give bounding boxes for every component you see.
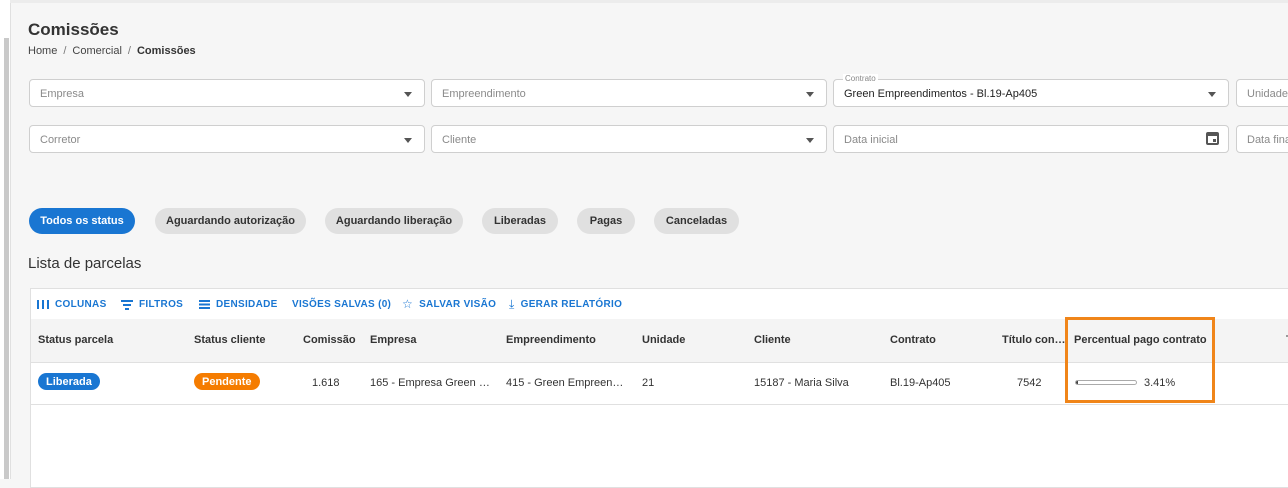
titulo-cell: 7542 (1017, 377, 1042, 389)
chip-aguardando-autorizacao[interactable]: Aguardando autorização (155, 208, 306, 234)
empresa-select[interactable]: Empresa (29, 79, 425, 107)
header-contrato[interactable]: Contrato (890, 334, 936, 346)
unidade-placeholder: Unidade (1247, 88, 1288, 100)
empresa-cell: 165 - Empresa Green … (370, 377, 490, 389)
density-label: DENSIDADE (216, 299, 278, 310)
header-empresa[interactable]: Empresa (370, 334, 416, 346)
cliente-cell: 15187 - Maria Silva (754, 377, 849, 389)
breadcrumb: Home / Comercial / Comissões (28, 45, 196, 57)
generate-report-button[interactable]: ⤓ GERAR RELATÓRIO (509, 297, 623, 312)
cliente-placeholder: Cliente (442, 134, 477, 146)
header-titulo[interactable]: Título con… (1002, 334, 1066, 346)
data-inicial-field[interactable]: Data inicial (833, 125, 1229, 153)
download-icon: ⤓ (509, 297, 515, 312)
corretor-select[interactable]: Corretor (29, 125, 425, 153)
top-divider (10, 0, 1288, 3)
columns-button[interactable]: COLUNAS (37, 299, 107, 310)
scrollbar[interactable] (4, 38, 9, 479)
filters-label: FILTROS (139, 299, 184, 310)
header-comissao[interactable]: Comissão (303, 334, 356, 346)
breadcrumb-home[interactable]: Home (28, 45, 57, 57)
columns-label: COLUNAS (55, 299, 107, 310)
data-inicial-placeholder: Data inicial (844, 134, 898, 146)
empreendimento-placeholder: Empreendimento (442, 88, 526, 100)
breadcrumb-separator: / (63, 45, 67, 57)
chevron-down-icon (404, 92, 412, 97)
grid-toolbar: COLUNAS FILTROS DENSIDADE VISÕES SALVAS … (31, 289, 1288, 319)
unidade-select[interactable]: Unidade (1236, 79, 1288, 107)
breadcrumb-comercial[interactable]: Comercial (72, 45, 122, 57)
saved-views-button[interactable]: VISÕES SALVAS (0) (292, 299, 391, 310)
chevron-down-icon (1208, 92, 1216, 97)
contrato-label: Contrato (843, 74, 878, 83)
status-cliente-badge: Pendente (194, 373, 260, 390)
save-view-label: SALVAR VISÃO (419, 299, 497, 310)
empresa-placeholder: Empresa (40, 88, 85, 100)
contrato-cell: Bl.19-Ap405 (890, 377, 951, 389)
save-view-button[interactable]: ☆ SALVAR VISÃO (402, 297, 497, 312)
filters-button[interactable]: FILTROS (121, 299, 183, 310)
star-icon: ☆ (402, 297, 414, 312)
empreendimento-select[interactable]: Empreendimento (431, 79, 827, 107)
header-status-parcela[interactable]: Status parcela (38, 334, 113, 346)
chip-todos-os-status[interactable]: Todos os status (29, 208, 135, 234)
breadcrumb-current: Comissões (136, 45, 196, 57)
cliente-select[interactable]: Cliente (431, 125, 827, 153)
comissao-cell: 1.618 (312, 377, 340, 389)
status-parcela-badge: Liberada (38, 373, 100, 390)
page-title: Comissões (28, 20, 119, 39)
section-title: Lista de parcelas (28, 255, 142, 272)
unidade-cell: 21 (642, 377, 655, 389)
generate-report-label: GERAR RELATÓRIO (520, 299, 623, 310)
empreendimento-cell: 415 - Green Empreen… (506, 377, 624, 389)
columns-icon (37, 299, 49, 309)
density-button[interactable]: DENSIDADE (199, 299, 278, 310)
contrato-value: Green Empreendimentos - Bl.19-Ap405 (844, 88, 1038, 100)
chip-liberadas[interactable]: Liberadas (482, 208, 558, 234)
header-cliente[interactable]: Cliente (754, 334, 791, 346)
highlight-box (1065, 317, 1215, 403)
header-unidade[interactable]: Unidade (642, 334, 685, 346)
data-final-field[interactable]: Data fina (1236, 125, 1288, 153)
calendar-icon[interactable] (1206, 132, 1219, 145)
chevron-down-icon (806, 92, 814, 97)
chip-pagas[interactable]: Pagas (577, 208, 635, 234)
chip-canceladas[interactable]: Canceladas (654, 208, 739, 234)
contrato-select[interactable]: Contrato Green Empreendimentos - Bl.19-A… (833, 74, 1229, 107)
breadcrumb-separator: / (127, 45, 131, 57)
saved-views-label: VISÕES SALVAS (0) (292, 299, 392, 310)
filter-icon (121, 299, 133, 310)
left-rail (0, 0, 11, 479)
corretor-placeholder: Corretor (40, 134, 81, 146)
data-final-placeholder: Data fina (1247, 134, 1288, 146)
chip-aguardando-liberacao[interactable]: Aguardando liberação (325, 208, 463, 234)
chevron-down-icon (404, 138, 412, 143)
chevron-down-icon (806, 138, 814, 143)
density-icon (199, 299, 210, 309)
header-empreendimento[interactable]: Empreendimento (506, 334, 596, 346)
header-status-cliente[interactable]: Status cliente (194, 334, 266, 346)
